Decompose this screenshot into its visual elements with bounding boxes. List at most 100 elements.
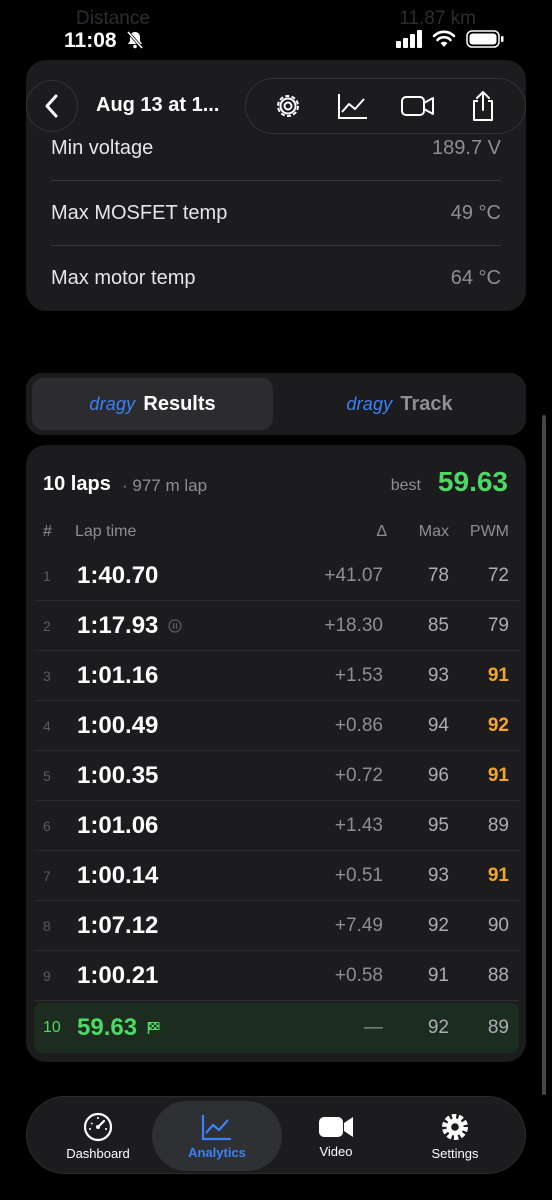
lap-pwm: 91 (487, 765, 509, 786)
settings-button[interactable] (266, 84, 310, 128)
lap-pwm: 91 (487, 665, 509, 686)
tab-track-label: Track (400, 392, 453, 415)
cellular-icon (396, 30, 422, 48)
header-pwm: PWM (469, 523, 509, 540)
lap-time: 1:40.70 (77, 562, 159, 589)
paused-icon (168, 619, 183, 633)
tab-video[interactable]: Video (271, 1101, 401, 1171)
bell-off-icon (126, 31, 144, 49)
lap-row[interactable]: 5 1:00.35 +0.72 96 91 (34, 751, 519, 801)
lap-delta: +0.86 (334, 715, 383, 736)
lap-pwm: 88 (487, 965, 509, 986)
speedometer-icon (83, 1112, 113, 1141)
lap-pwm: 91 (487, 865, 509, 886)
lap-pwm: 89 (487, 815, 509, 836)
stat-label: Max MOSFET temp (51, 201, 228, 224)
lap-max: 93 (427, 865, 449, 886)
lap-max: 92 (427, 1017, 449, 1038)
lap-delta: +41.07 (324, 565, 383, 586)
lap-max: 95 (427, 815, 449, 836)
tab-analytics-label: Analytics (188, 1144, 246, 1160)
lap-max: 93 (427, 665, 449, 686)
header-lap-time: Lap time (75, 523, 137, 540)
lap-number: 1 (43, 568, 51, 584)
lap-delta: +0.58 (334, 965, 383, 986)
gear-icon (442, 1113, 468, 1140)
lap-row[interactable]: 2 1:17.93 +18.30 85 79 (34, 601, 519, 651)
lap-row-best[interactable]: 10 59.63 — 92 89 (34, 1003, 519, 1053)
lap-delta: +0.51 (334, 865, 383, 886)
lap-time: 1:17.93 (77, 601, 183, 651)
dragy-logo: dragy (346, 393, 393, 414)
lap-pwm: 90 (487, 915, 509, 936)
tab-settings-label: Settings (431, 1145, 479, 1161)
chevron-left-icon (45, 94, 58, 118)
tab-dashboard[interactable]: Dashboard (33, 1101, 163, 1171)
lap-number: 10 (43, 1019, 61, 1036)
lap-number: 3 (43, 668, 51, 684)
share-button[interactable] (461, 84, 505, 128)
lap-row[interactable]: 8 1:07.12 +7.49 92 90 (34, 901, 519, 951)
header-num: # (43, 523, 52, 540)
video-camera-icon (319, 1116, 353, 1137)
lap-row[interactable]: 3 1:01.16 +1.53 93 91 (34, 651, 519, 701)
tab-dashboard-label: Dashboard (66, 1145, 130, 1161)
lap-row[interactable]: 9 1:00.21 +0.58 91 88 (34, 951, 519, 1001)
tab-results-label: Results (143, 392, 216, 415)
stat-value: 189.7 V (432, 136, 501, 159)
lap-number: 6 (43, 818, 51, 834)
lap-max: 94 (427, 715, 449, 736)
stat-value: 49 °C (450, 201, 501, 224)
laps-card: 10 laps · 977 m lap best 59.63 # Lap tim… (26, 445, 526, 1062)
lap-length: · 977 m lap (122, 476, 208, 495)
checkered-flag-icon (147, 1022, 160, 1034)
wifi-icon (432, 30, 456, 47)
lap-max: 91 (427, 965, 449, 986)
best-lap-value: 59.63 (437, 466, 508, 497)
stat-max-motor-temp: Max motor temp 64 °C (51, 246, 501, 311)
lap-delta: — (364, 1017, 383, 1038)
stat-label: Max motor temp (51, 267, 196, 289)
lap-pwm: 89 (487, 1017, 509, 1038)
lap-time: 1:00.21 (77, 962, 159, 989)
stat-value: 64 °C (450, 267, 501, 289)
lap-row[interactable]: 1 1:40.70 +41.07 78 72 (34, 551, 519, 601)
status-time: 11:08 (64, 29, 117, 52)
lap-delta: +7.49 (334, 915, 383, 936)
lap-max: 92 (427, 915, 449, 936)
tab-track[interactable]: dragy Track (279, 378, 520, 430)
tab-settings[interactable]: Settings (390, 1101, 520, 1171)
lap-time: 1:00.14 (77, 862, 159, 889)
share-icon (472, 91, 493, 121)
lap-row[interactable]: 4 1:00.49 +0.86 94 92 (34, 701, 519, 751)
tab-video-label: Video (319, 1143, 353, 1159)
back-button[interactable] (26, 80, 78, 132)
header-delta: Δ (376, 523, 387, 540)
battery-icon (466, 30, 504, 48)
stat-max-mosfet-temp: Max MOSFET temp 49 °C (51, 181, 501, 246)
video-camera-icon (400, 96, 434, 116)
lap-delta: +1.53 (334, 665, 383, 686)
lap-time: 1:01.06 (77, 812, 159, 839)
page-title: Aug 13 at 1... (96, 94, 220, 116)
lap-row[interactable]: 6 1:01.06 +1.43 95 89 (34, 801, 519, 851)
lap-number: 2 (43, 618, 51, 634)
scrollbar[interactable] (542, 415, 546, 1095)
lap-time: 59.63 (77, 1003, 161, 1053)
lap-time: 1:01.16 (77, 662, 159, 689)
video-button[interactable] (396, 84, 440, 128)
line-chart-icon (338, 94, 368, 119)
ghost-stat: Distance 11.87 km (76, 8, 476, 29)
tab-results[interactable]: dragy Results (32, 378, 273, 430)
lap-pwm: 79 (487, 615, 509, 636)
lap-row[interactable]: 7 1:00.14 +0.51 93 91 (34, 851, 519, 901)
tab-bar: Dashboard Analytics Video Settings (26, 1096, 526, 1174)
tab-analytics[interactable]: Analytics (152, 1101, 282, 1171)
lap-time: 1:00.35 (77, 762, 159, 789)
chart-button[interactable] (331, 84, 375, 128)
lap-time: 1:00.49 (77, 712, 159, 739)
lap-number: 8 (43, 918, 51, 934)
lap-pwm: 92 (487, 715, 509, 736)
header-max: Max (418, 523, 449, 540)
lap-pwm: 72 (487, 565, 509, 586)
